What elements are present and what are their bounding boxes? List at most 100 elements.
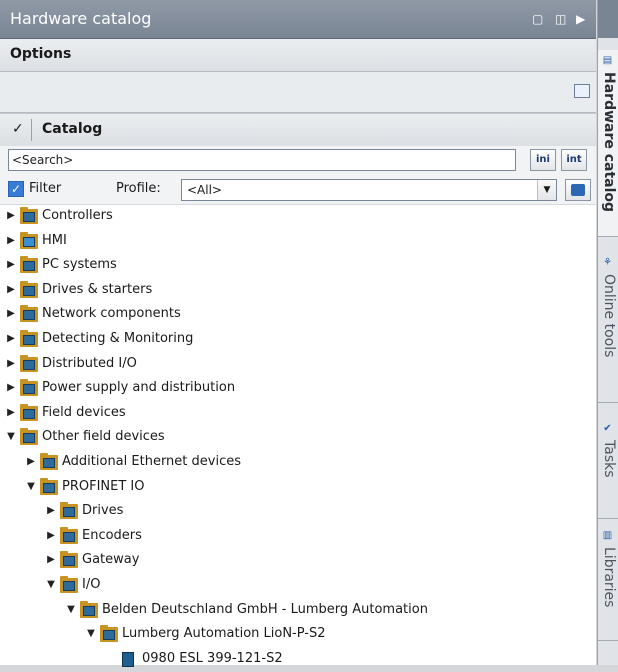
collapsed-arrow-icon[interactable]: ▶	[6, 358, 16, 369]
folder-icon	[80, 600, 98, 618]
tree-item[interactable]: ▶ Encoders	[0, 525, 596, 549]
title-bar: Hardware catalog ▢ ◫ ▶	[0, 0, 596, 39]
tree-item[interactable]: ▶ PC systems	[0, 254, 596, 278]
catalog-label: Catalog	[42, 121, 103, 137]
tree-item-label: 0980 ESL 399-121-S2	[142, 650, 283, 666]
filter-checkbox[interactable]: ✓	[8, 181, 24, 197]
tree-item[interactable]: ▶ HMI	[0, 230, 596, 254]
collapsed-arrow-icon[interactable]: ▶	[6, 210, 16, 221]
folder-icon	[20, 354, 38, 372]
search-up-button[interactable]: int	[561, 149, 587, 171]
tree-item[interactable]: ▶ Detecting & Monitoring	[0, 328, 596, 352]
tree-item[interactable]: ▶ Drives & starters	[0, 279, 596, 303]
tree-item[interactable]: ▼ Other field devices	[0, 426, 596, 450]
collapsed-arrow-icon[interactable]: ▶	[6, 382, 16, 393]
options-section-header[interactable]: Options	[0, 39, 596, 72]
tree-item-label: PROFINET IO	[62, 478, 145, 494]
expanded-arrow-icon[interactable]: ▼	[46, 579, 56, 590]
expanded-arrow-icon[interactable]: ▼	[6, 431, 16, 442]
tree-item[interactable]: ▶ Controllers	[0, 205, 596, 229]
tree-item[interactable]: ▼ Lumberg Automation LioN-P-S2	[0, 623, 596, 647]
catalog-tree: ▶ Controllers ▶ HMI ▶ PC systems ▶ Drives & sta…	[0, 205, 596, 667]
tree-item[interactable]: ▶ Additional Ethernet devices	[0, 451, 596, 475]
expanded-arrow-icon[interactable]: ▼	[66, 604, 76, 615]
sidebar-tab-online-tools[interactable]: ⚘ Online tools	[598, 252, 618, 403]
collapsed-arrow-icon[interactable]: ▶	[6, 284, 16, 295]
tree-item-label: PC systems	[42, 257, 117, 273]
profile-select[interactable]: <All> ▼	[181, 179, 557, 201]
tree-item-label: Additional Ethernet devices	[62, 454, 241, 469]
panel-title: Hardware catalog	[10, 9, 152, 28]
tree-item-label: Belden Deutschland GmbH - Lumberg Automa…	[102, 601, 428, 617]
sidebar-tab-hardware-catalog[interactable]: ▤ Hardware catalog	[598, 50, 618, 237]
tree-item-label: Encoders	[82, 527, 142, 543]
sidebar-tab-label: Online tools	[601, 274, 617, 358]
collapsed-arrow-icon[interactable]: ▶	[46, 530, 56, 541]
tree-item-label: Other field devices	[42, 429, 165, 445]
expanded-arrow-icon[interactable]: ▼	[86, 628, 96, 639]
profile-settings-button[interactable]	[565, 179, 591, 201]
profile-select-value: <All>	[187, 183, 222, 197]
tree-item-label: Field devices	[42, 404, 126, 420]
expanded-arrow-icon[interactable]: ▼	[26, 481, 36, 492]
tree-item[interactable]: ▼ Belden Deutschland GmbH - Lumberg Autom…	[0, 599, 596, 623]
dropdown-arrow-icon[interactable]: ▼	[537, 180, 556, 200]
profile-settings-icon	[571, 184, 585, 196]
tree-item[interactable]: ▼ I/O	[0, 574, 596, 598]
folder-icon	[20, 403, 38, 421]
folder-icon	[20, 280, 38, 298]
catalog-section-header[interactable]: ✓ Catalog	[0, 113, 596, 147]
tree-item[interactable]: ▶ Field devices	[0, 402, 596, 426]
catalog-tab-icon: ▤	[602, 55, 613, 66]
options-view-icon[interactable]	[574, 84, 590, 98]
folder-icon	[60, 526, 78, 544]
search-down-button[interactable]: ini	[530, 149, 556, 171]
collapsed-arrow-icon[interactable]: ▶	[6, 259, 16, 270]
folder-hmi-icon	[20, 231, 38, 249]
folder-icon	[20, 256, 38, 274]
catalog-search-input[interactable]	[8, 149, 516, 171]
tasks-icon: ✔	[603, 423, 612, 434]
split-view-icon[interactable]: ◫	[555, 12, 566, 26]
tree-item[interactable]: ▶ Drives	[0, 500, 596, 524]
collapsed-arrow-icon[interactable]: ▶	[26, 456, 36, 467]
tree-item[interactable]: ▼ PROFINET IO	[0, 476, 596, 500]
tree-item[interactable]: ▶ Distributed I/O	[0, 353, 596, 377]
sidebar-tab-libraries[interactable]: ▥ Libraries	[598, 525, 618, 641]
tree-item-label: I/O	[82, 577, 101, 592]
collapsed-arrow-icon[interactable]: ▶	[46, 554, 56, 565]
folder-icon	[20, 379, 38, 397]
sidebar-top-strip	[598, 0, 618, 38]
chevron-down-icon[interactable]: ✓	[12, 121, 24, 137]
task-card-sidebar: ▤ Hardware catalog ⚘ Online tools ✔ Tasks ▥ Lib…	[597, 0, 618, 665]
folder-icon	[20, 428, 38, 446]
tree-item-label: Detecting & Monitoring	[42, 331, 194, 346]
tree-item[interactable]: ▶ Power supply and distribution	[0, 377, 596, 401]
tree-item[interactable]: 0980 ESL 399-121-S2	[0, 648, 596, 672]
tree-item-label: HMI	[42, 232, 67, 248]
online-tools-icon: ⚘	[603, 257, 612, 268]
collapsed-arrow-icon[interactable]: ▶	[6, 235, 16, 246]
filter-label: Filter	[29, 181, 62, 196]
filter-row: ✓ Filter Profile: <All> ▼	[0, 176, 596, 205]
tree-item[interactable]: ▶ Network components	[0, 303, 596, 327]
profile-label: Profile:	[116, 181, 161, 196]
sidebar-tab-tasks[interactable]: ✔ Tasks	[598, 418, 618, 519]
folder-icon	[20, 330, 38, 347]
collapsed-arrow-icon[interactable]: ▶	[6, 407, 16, 418]
collapsed-arrow-icon[interactable]: ▶	[6, 333, 16, 344]
collapse-panel-icon[interactable]: ▶	[576, 12, 585, 26]
collapsed-arrow-icon[interactable]: ▶	[6, 308, 16, 319]
sidebar-tab-label: Hardware catalog	[601, 72, 617, 213]
search-row: ini int	[0, 146, 596, 176]
tree-item-label: Drives	[82, 503, 124, 519]
sidebar-tab-label: Libraries	[601, 547, 617, 608]
float-window-icon[interactable]: ▢	[532, 12, 543, 26]
collapsed-arrow-icon[interactable]: ▶	[46, 505, 56, 516]
tree-item-label: Gateway	[82, 552, 140, 568]
folder-icon	[20, 207, 38, 224]
tree-item[interactable]: ▶ Gateway	[0, 549, 596, 573]
libraries-icon: ▥	[602, 530, 613, 541]
header-separator	[31, 119, 32, 141]
tree-item-label: Lumberg Automation LioN-P-S2	[122, 626, 326, 642]
